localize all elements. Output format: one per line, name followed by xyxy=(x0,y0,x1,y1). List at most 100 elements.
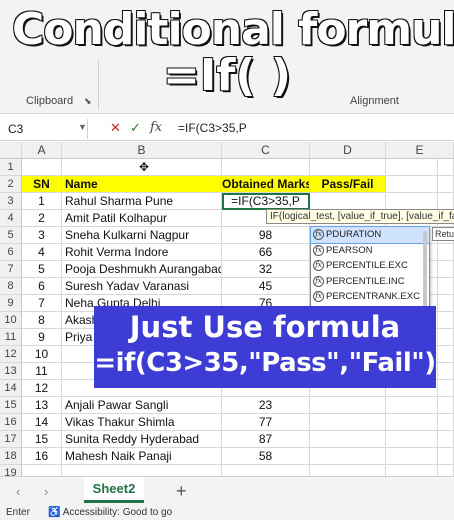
cell[interactable] xyxy=(386,176,438,193)
column-header-d[interactable]: D xyxy=(310,142,386,159)
cell[interactable] xyxy=(438,176,454,193)
row-number[interactable]: 10 xyxy=(0,312,22,329)
row-number[interactable]: 6 xyxy=(0,244,22,261)
cell[interactable] xyxy=(438,363,454,380)
cell[interactable] xyxy=(438,193,454,210)
row-number[interactable]: 7 xyxy=(0,261,22,278)
row-number[interactable]: 15 xyxy=(0,397,22,414)
cancel-icon[interactable]: ✕ xyxy=(110,120,121,136)
marks-cell[interactable]: 66 xyxy=(222,244,310,261)
name-cell[interactable]: Rohit Verma Indore xyxy=(62,244,222,261)
row-number[interactable]: 3 xyxy=(0,193,22,210)
autocomplete-item[interactable]: fx PERCENTILE.EXC xyxy=(311,258,429,274)
autocomplete-item[interactable]: fx PDURATION xyxy=(310,226,430,244)
marks-cell[interactable]: 58 xyxy=(222,448,310,465)
marks-cell[interactable]: 23 xyxy=(222,397,310,414)
marks-cell[interactable]: 45 xyxy=(222,278,310,295)
sn-cell[interactable]: 3 xyxy=(22,227,62,244)
cell[interactable]: ✥ xyxy=(62,159,222,176)
column-header-b[interactable]: B xyxy=(62,142,222,159)
cell[interactable] xyxy=(386,414,438,431)
cell[interactable] xyxy=(438,329,454,346)
select-all-corner[interactable] xyxy=(0,142,22,159)
result-cell[interactable] xyxy=(310,431,386,448)
cell[interactable] xyxy=(438,244,454,261)
cell[interactable] xyxy=(438,431,454,448)
name-cell[interactable]: Mahesh Naik Panaji xyxy=(62,448,222,465)
cell[interactable] xyxy=(386,448,438,465)
autocomplete-item[interactable]: fx PERCENTILE.INC xyxy=(311,274,429,290)
cell[interactable] xyxy=(438,414,454,431)
column-header-e[interactable]: E xyxy=(386,142,454,159)
sn-cell[interactable]: 10 xyxy=(22,346,62,363)
result-cell[interactable] xyxy=(310,414,386,431)
name-cell[interactable]: Anjali Pawar Sangli xyxy=(62,397,222,414)
sn-cell[interactable]: 7 xyxy=(22,295,62,312)
enter-check-icon[interactable]: ✓ xyxy=(130,120,141,136)
cell[interactable] xyxy=(438,397,454,414)
chevron-left-icon[interactable]: ‹ xyxy=(16,484,20,499)
row-number[interactable]: 5 xyxy=(0,227,22,244)
cell[interactable] xyxy=(386,397,438,414)
cell[interactable] xyxy=(438,295,454,312)
sn-cell[interactable]: 6 xyxy=(22,278,62,295)
sn-cell[interactable]: 12 xyxy=(22,380,62,397)
sn-cell[interactable]: 15 xyxy=(22,431,62,448)
name-cell[interactable]: Sunita Reddy Hyderabad xyxy=(62,431,222,448)
sn-cell[interactable]: 11 xyxy=(22,363,62,380)
cell[interactable] xyxy=(22,159,62,176)
autocomplete-scrollbar[interactable] xyxy=(423,231,427,307)
marks-cell[interactable]: 77 xyxy=(222,414,310,431)
row-number[interactable]: 12 xyxy=(0,346,22,363)
row-number[interactable]: 9 xyxy=(0,295,22,312)
cell[interactable] xyxy=(438,346,454,363)
name-box[interactable]: C3 xyxy=(4,119,88,139)
autocomplete-item[interactable]: fx PERCENTRANK.EXC xyxy=(311,289,429,305)
sn-cell[interactable]: 5 xyxy=(22,261,62,278)
cell[interactable] xyxy=(386,193,438,210)
row-number[interactable]: 1 xyxy=(0,159,22,176)
row-number[interactable]: 18 xyxy=(0,448,22,465)
marks-cell[interactable]: 98 xyxy=(222,227,310,244)
row-number[interactable]: 8 xyxy=(0,278,22,295)
sn-cell[interactable]: 14 xyxy=(22,414,62,431)
insert-function-icon[interactable]: fx xyxy=(150,120,162,135)
row-number[interactable]: 4 xyxy=(0,210,22,227)
sn-cell[interactable]: 9 xyxy=(22,329,62,346)
cell[interactable] xyxy=(222,159,310,176)
sn-cell[interactable]: 13 xyxy=(22,397,62,414)
sn-cell[interactable]: 16 xyxy=(22,448,62,465)
cell[interactable] xyxy=(310,159,386,176)
name-cell[interactable]: Pooja Deshmukh Aurangabad xyxy=(62,261,222,278)
active-cell-editing[interactable]: =IF(C3>35,P xyxy=(222,193,310,210)
sn-cell[interactable]: 2 xyxy=(22,210,62,227)
result-cell[interactable] xyxy=(310,193,386,210)
name-cell[interactable]: Vikas Thakur Shimla xyxy=(62,414,222,431)
header-cell-result[interactable]: Pass/Fail xyxy=(310,176,386,193)
chevron-down-icon[interactable]: ▼ xyxy=(78,122,87,132)
header-cell-sn[interactable]: SN xyxy=(22,176,62,193)
name-cell[interactable]: Amit Patil Kolhapur xyxy=(62,210,222,227)
header-cell-marks[interactable]: Obtained Marks xyxy=(222,176,310,193)
cell[interactable] xyxy=(386,431,438,448)
column-header-a[interactable]: A xyxy=(22,142,62,159)
row-number[interactable]: 11 xyxy=(0,329,22,346)
sn-cell[interactable]: 8 xyxy=(22,312,62,329)
cell[interactable] xyxy=(438,261,454,278)
cell[interactable] xyxy=(438,159,454,176)
cell[interactable] xyxy=(438,312,454,329)
name-cell[interactable]: Rahul Sharma Pune xyxy=(62,193,222,210)
result-cell[interactable] xyxy=(310,397,386,414)
cell[interactable] xyxy=(386,159,438,176)
formula-input[interactable]: =IF(C3>35,P xyxy=(178,121,247,135)
row-number[interactable]: 17 xyxy=(0,431,22,448)
name-cell[interactable]: Suresh Yadav Varanasi xyxy=(62,278,222,295)
cell[interactable] xyxy=(438,278,454,295)
marks-cell[interactable]: 87 xyxy=(222,431,310,448)
row-number[interactable]: 14 xyxy=(0,380,22,397)
row-number[interactable]: 13 xyxy=(0,363,22,380)
sn-cell[interactable]: 4 xyxy=(22,244,62,261)
marks-cell[interactable]: 32 xyxy=(222,261,310,278)
tab-sheet2[interactable]: Sheet2 xyxy=(84,477,144,503)
cell[interactable] xyxy=(438,448,454,465)
